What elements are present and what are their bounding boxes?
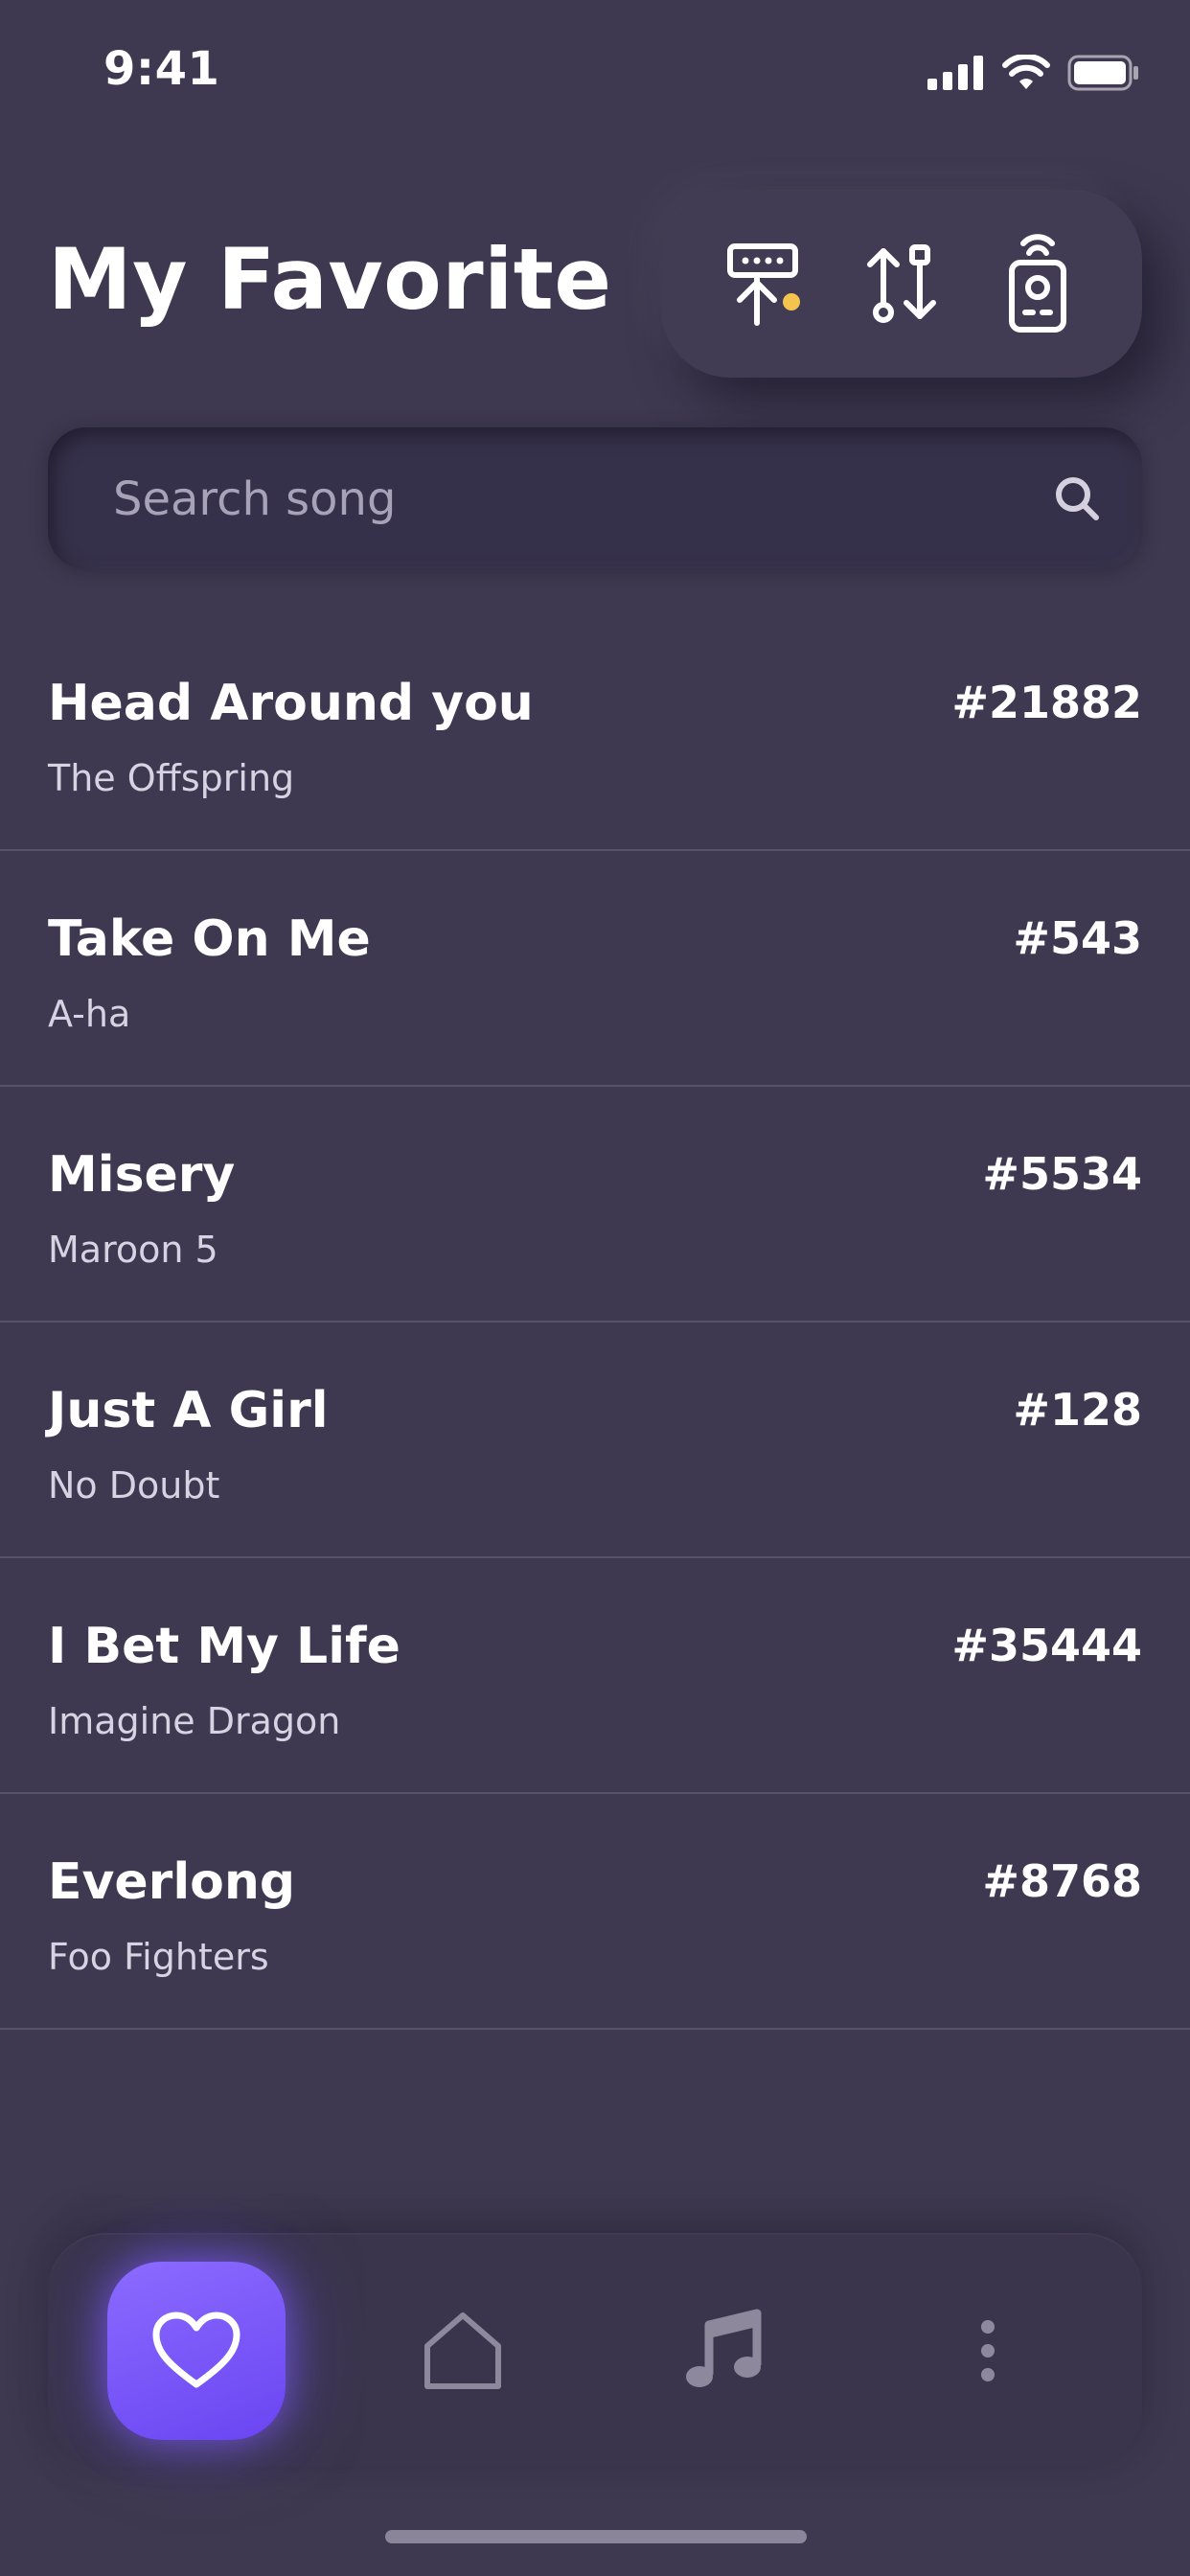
search-icon[interactable]	[1052, 473, 1102, 523]
status-time: 9:41	[103, 42, 220, 96]
microphone-stand-button[interactable]	[718, 231, 813, 336]
nav-favorites-button[interactable]	[107, 2262, 286, 2440]
sort-arrows-icon	[867, 244, 936, 323]
song-number: #128	[1013, 1384, 1142, 1436]
song-title: Just A Girl	[48, 1382, 329, 1439]
song-number: #543	[1013, 912, 1142, 964]
favorites-screen: 9:41 My Favorite Search song Head Around…	[0, 0, 1190, 2576]
song-number: #5534	[982, 1148, 1142, 1200]
song-row[interactable]: Head Around you The Offspring #21882	[0, 615, 1190, 851]
song-artist: Maroon 5	[48, 1229, 218, 1271]
cellular-signal-icon	[927, 56, 983, 90]
song-artist: Imagine Dragon	[48, 1700, 341, 1742]
song-row[interactable]: I Bet My Life Imagine Dragon #35444	[0, 1558, 1190, 1794]
song-row[interactable]: Take On Me A-ha #543	[0, 851, 1190, 1087]
header-toolbar	[661, 190, 1142, 378]
song-artist: The Offspring	[48, 757, 295, 799]
wifi-icon	[1002, 55, 1050, 89]
nav-more-button[interactable]	[899, 2262, 1077, 2440]
song-title: I Bet My Life	[48, 1618, 400, 1675]
nav-music-button[interactable]	[634, 2262, 812, 2440]
song-artist: A-ha	[48, 993, 131, 1035]
song-row[interactable]: Just A Girl No Doubt #128	[0, 1322, 1190, 1558]
more-icon	[981, 2320, 995, 2381]
search-box	[48, 427, 1142, 571]
song-row[interactable]: Misery Maroon 5 #5534	[0, 1087, 1190, 1322]
status-bar: 9:41	[0, 0, 1190, 144]
notification-dot	[783, 293, 800, 310]
heart-icon	[152, 2312, 240, 2388]
song-title: Everlong	[48, 1853, 296, 1911]
music-note-icon	[686, 2309, 762, 2387]
nav-home-button[interactable]	[374, 2262, 552, 2440]
status-icons	[927, 54, 1140, 92]
sort-button[interactable]	[854, 231, 950, 336]
song-artist: No Doubt	[48, 1464, 220, 1506]
search-input[interactable]	[111, 427, 1025, 571]
page-title: My Favorite	[48, 230, 612, 329]
bottom-nav	[48, 2233, 1142, 2467]
song-number: #8768	[982, 1855, 1142, 1907]
song-title: Misery	[48, 1146, 236, 1204]
remote-control-icon	[1009, 234, 1066, 333]
song-number: #21882	[951, 677, 1142, 728]
song-artist: Foo Fighters	[48, 1936, 269, 1978]
microphone-stand-icon	[727, 243, 800, 326]
battery-icon	[1067, 55, 1138, 91]
remote-control-button[interactable]	[990, 231, 1086, 336]
song-list: Head Around you The Offspring #21882 Tak…	[0, 615, 1190, 2030]
song-row[interactable]: Everlong Foo Fighters #8768	[0, 1794, 1190, 2030]
song-title: Take On Me	[48, 910, 371, 968]
song-title: Head Around you	[48, 675, 534, 732]
home-indicator	[385, 2530, 807, 2543]
home-icon	[424, 2312, 501, 2389]
song-number: #35444	[951, 1620, 1142, 1671]
